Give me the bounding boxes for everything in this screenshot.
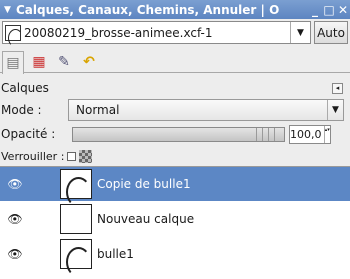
panel-title: Calques: [1, 81, 49, 95]
eye-icon[interactable]: 👁: [0, 212, 30, 226]
panel-header: Calques ◂: [0, 79, 350, 97]
image-name: 20080219_brosse-animee.xcf-1: [24, 25, 213, 40]
lock-alpha-checkbox[interactable]: [67, 151, 77, 161]
opacity-spinbox[interactable]: 100,0 ▴▾: [289, 124, 331, 144]
opacity-value: 100,0: [290, 127, 322, 141]
lock-label: Verrouiller :: [1, 149, 65, 163]
panel-menu-icon[interactable]: ◂: [332, 82, 343, 94]
image-selector-combo[interactable]: 20080219_brosse-animee.xcf-1 ▼: [2, 21, 311, 47]
paths-icon: ✎: [58, 54, 70, 70]
layer-thumbnail: [60, 169, 92, 207]
spin-arrows-icon[interactable]: ▴▾: [323, 125, 331, 143]
lock-row: Verrouiller :: [0, 147, 350, 165]
opacity-slider[interactable]: [72, 126, 285, 142]
opacity-slider-fill: [73, 127, 284, 141]
undo-icon: ↶: [83, 54, 95, 70]
mode-row: Mode : Normal ▼: [0, 98, 350, 122]
window-titlebar[interactable]: ▼ Calques, Canaux, Chemins, Annuler | O …: [0, 0, 350, 19]
minimize-icon[interactable]: _: [308, 3, 322, 17]
layer-name[interactable]: bulle1: [97, 247, 134, 261]
layer-name[interactable]: Copie de bulle1: [97, 177, 191, 191]
layer-thumbnail: [60, 239, 92, 277]
tab-undo[interactable]: ↶: [78, 51, 100, 73]
chevron-down-icon[interactable]: ▼: [290, 22, 310, 43]
layer-row[interactable]: 👁 Copie de bulle1: [0, 167, 350, 207]
layer-row[interactable]: 👁 bulle1: [0, 237, 350, 277]
layer-name[interactable]: Nouveau calque: [97, 212, 194, 226]
image-selector-row: 20080219_brosse-animee.xcf-1 ▼ Auto: [0, 19, 350, 47]
mode-value: Normal: [76, 103, 120, 117]
checkerboard-icon: [79, 149, 93, 163]
tab-layers[interactable]: ▤: [2, 51, 24, 74]
window-title: Calques, Canaux, Chemins, Annuler | O: [16, 2, 280, 17]
layers-icon: ▤: [6, 55, 20, 71]
mode-select[interactable]: Normal ▼: [68, 99, 344, 121]
window-menu-icon[interactable]: ▼: [4, 5, 16, 15]
tab-paths[interactable]: ✎: [53, 51, 75, 73]
image-thumbnail: [5, 24, 23, 47]
maximize-icon[interactable]: □: [322, 3, 336, 17]
mode-label: Mode :: [1, 103, 42, 117]
layers-list: 👁 Copie de bulle1 👁 Nouveau calque 👁 bul…: [0, 166, 350, 279]
layer-row[interactable]: 👁 Nouveau calque: [0, 202, 350, 236]
channels-icon: ▦: [32, 54, 46, 70]
eye-icon[interactable]: 👁: [0, 177, 30, 191]
auto-button[interactable]: Auto: [314, 21, 348, 44]
close-icon[interactable]: ✕: [336, 3, 350, 17]
opacity-row: Opacité : 100,0 ▴▾: [0, 124, 350, 144]
chevron-down-icon: ▼: [327, 100, 343, 120]
layer-thumbnail: [60, 204, 92, 234]
tab-channels[interactable]: ▦: [28, 51, 50, 73]
opacity-label: Opacité :: [1, 127, 56, 141]
dock-tabs: ▤ ▦ ✎ ↶: [0, 47, 350, 74]
eye-icon[interactable]: 👁: [0, 247, 30, 261]
opacity-slider-grip: [256, 127, 280, 141]
